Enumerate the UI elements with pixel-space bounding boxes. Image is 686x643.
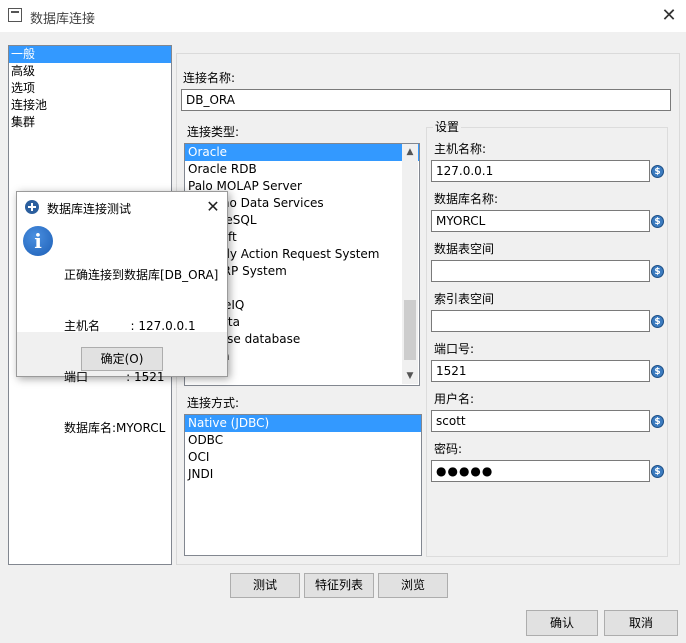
- nav-item-options[interactable]: 选项: [9, 80, 171, 97]
- nav-item-cluster[interactable]: 集群: [9, 114, 171, 131]
- info-icon: i: [23, 226, 53, 256]
- dollar-variable-icon[interactable]: $: [651, 465, 664, 478]
- dollar-variable-icon[interactable]: $: [651, 215, 664, 228]
- nav-item-advanced[interactable]: 高级: [9, 63, 171, 80]
- host-label: 主机名称:: [434, 142, 487, 156]
- data-tablespace-input[interactable]: [431, 260, 650, 282]
- nav-item-general[interactable]: 一般: [9, 46, 171, 63]
- database-name-label: 数据库名称:: [434, 192, 499, 206]
- dialog-close-button[interactable]: ✕: [201, 196, 225, 218]
- data-tablespace-label: 数据表空间: [434, 242, 495, 256]
- settings-group-title: 设置: [433, 118, 462, 135]
- username-input[interactable]: scott: [431, 410, 650, 432]
- access-method-item[interactable]: ODBC: [185, 432, 421, 449]
- title-bar: [0, 0, 686, 32]
- connection-test-dialog: 数据库连接测试 ✕ i 正确连接到数据库[DB_ORA] 主机名 : 127.0…: [16, 191, 228, 435]
- dollar-variable-icon[interactable]: $: [651, 315, 664, 328]
- access-method-item[interactable]: OCI: [185, 449, 421, 466]
- port-label: 端口号:: [434, 342, 475, 356]
- spoon-app-icon: [25, 200, 39, 214]
- dialog-message-line: 正确连接到数据库[DB_ORA]: [64, 268, 219, 282]
- scroll-up-arrow-icon[interactable]: ▲: [402, 144, 418, 160]
- dollar-variable-icon[interactable]: $: [651, 365, 664, 378]
- test-button[interactable]: 测试: [230, 573, 300, 598]
- password-label: 密码:: [434, 442, 463, 456]
- password-input[interactable]: ●●●●●: [431, 460, 650, 482]
- port-input[interactable]: 1521: [431, 360, 650, 382]
- conn-type-item[interactable]: Oracle: [185, 144, 419, 161]
- scroll-thumb[interactable]: [404, 300, 416, 360]
- dialog-message-line: 数据库名:MYORCL: [64, 421, 166, 435]
- connection-name-input[interactable]: DB_ORA: [181, 89, 671, 111]
- window-title: 数据库连接: [30, 12, 96, 27]
- conn-type-item[interactable]: Oracle RDB: [185, 161, 419, 178]
- access-method-list[interactable]: Native (JDBC) ODBC OCI JNDI: [184, 414, 422, 556]
- index-tablespace-label: 索引表空间: [434, 292, 495, 306]
- cancel-button[interactable]: 取消: [604, 610, 678, 636]
- dollar-variable-icon[interactable]: $: [651, 165, 664, 178]
- app-window-icon: [8, 8, 22, 22]
- nav-item-pooling[interactable]: 连接池: [9, 97, 171, 114]
- scroll-down-arrow-icon[interactable]: ▼: [402, 368, 418, 384]
- dialog-message-line: 端口 : 1521: [64, 370, 165, 384]
- access-method-item[interactable]: JNDI: [185, 466, 421, 483]
- dialog-title: 数据库连接测试: [47, 202, 132, 216]
- feature-list-button[interactable]: 特征列表: [304, 573, 374, 598]
- connection-type-label: 连接类型:: [187, 125, 240, 139]
- dialog-message-line: 主机名 : 127.0.0.1: [64, 319, 196, 333]
- connection-type-scrollbar[interactable]: ▲ ▼: [402, 144, 418, 384]
- access-method-item[interactable]: Native (JDBC): [185, 415, 421, 432]
- window-close-button[interactable]: ✕: [652, 2, 686, 30]
- index-tablespace-input[interactable]: [431, 310, 650, 332]
- database-name-input[interactable]: MYORCL: [431, 210, 650, 232]
- host-input[interactable]: 127.0.0.1: [431, 160, 650, 182]
- dollar-variable-icon[interactable]: $: [651, 265, 664, 278]
- ok-button[interactable]: 确认: [526, 610, 598, 636]
- connection-name-label: 连接名称:: [183, 71, 236, 85]
- dialog-ok-button[interactable]: 确定(O): [81, 347, 163, 371]
- dollar-variable-icon[interactable]: $: [651, 415, 664, 428]
- username-label: 用户名:: [434, 392, 475, 406]
- explore-button[interactable]: 浏览: [378, 573, 448, 598]
